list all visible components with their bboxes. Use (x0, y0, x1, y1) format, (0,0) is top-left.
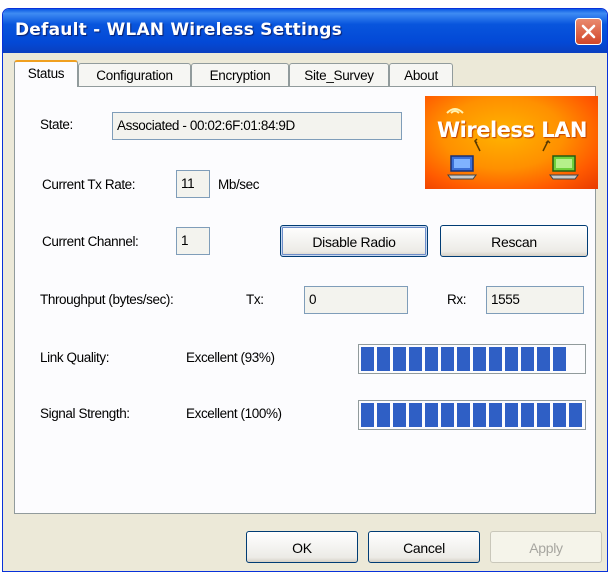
tx-rate-unit: Mb/sec (218, 177, 260, 192)
link-quality-label: Link Quality: (40, 350, 110, 365)
disable-radio-button[interactable]: Disable Radio (280, 225, 428, 257)
laptop-icon (549, 155, 579, 180)
tx-rate-label: Current Tx Rate: (42, 177, 136, 192)
tx-field: 0 (304, 286, 408, 314)
title-bar[interactable]: Default - WLAN Wireless Settings (3, 9, 607, 53)
rescan-button[interactable]: Rescan (440, 225, 588, 257)
link-quality-bar (358, 344, 586, 374)
rx-label: Rx: (447, 292, 467, 307)
tab-site-survey[interactable]: Site_Survey (289, 63, 389, 86)
signal-strength-label: Signal Strength: (40, 406, 130, 421)
signal-strength-value: Excellent (100%) (186, 406, 282, 421)
apply-button[interactable]: Apply (490, 531, 602, 563)
channel-field: 1 (176, 227, 210, 255)
state-field: Associated - 00:02:6F:01:84:9D (112, 112, 402, 140)
tx-rate-field: 11 (176, 170, 210, 198)
tab-about[interactable]: About (389, 63, 453, 86)
signal-strength-bar (358, 400, 586, 430)
channel-label: Current Channel: (42, 234, 139, 249)
wireless-lan-logo: Wireless LAN (425, 96, 598, 189)
tab-configuration[interactable]: Configuration (78, 63, 191, 86)
tab-encryption[interactable]: Encryption (191, 63, 289, 86)
cancel-button[interactable]: Cancel (368, 531, 480, 563)
ok-button[interactable]: OK (246, 531, 358, 563)
link-quality-value: Excellent (93%) (186, 350, 275, 365)
tx-label: Tx: (246, 292, 264, 307)
rx-field: 1555 (486, 286, 584, 314)
laptop-icon (447, 155, 477, 180)
tab-status[interactable]: Status (14, 60, 78, 87)
link-quality-fill (361, 347, 568, 371)
signal-strength-fill (361, 403, 583, 427)
close-icon (581, 24, 596, 39)
state-label: State: (40, 117, 73, 132)
throughput-label: Throughput (bytes/sec): (40, 292, 174, 307)
close-button[interactable] (575, 18, 602, 45)
window-title: Default - WLAN Wireless Settings (15, 20, 342, 40)
